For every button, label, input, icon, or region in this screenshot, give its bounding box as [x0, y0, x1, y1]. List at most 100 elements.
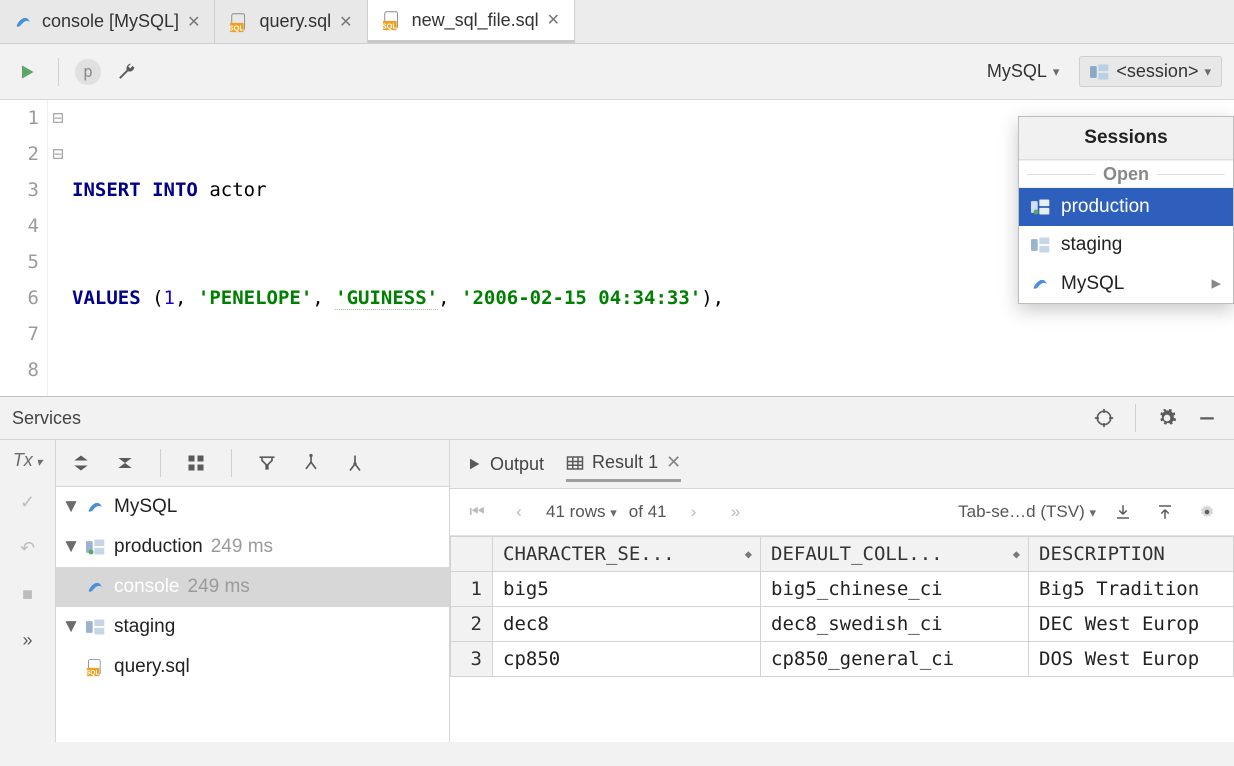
session-item-label: MySQL [1061, 273, 1124, 295]
plan-badge[interactable]: p [75, 59, 101, 85]
sql-file-icon: SQL [86, 657, 106, 677]
mysql-dolphin-icon [86, 577, 106, 597]
session-item-production[interactable]: production [1019, 188, 1233, 226]
merge-icon[interactable] [340, 448, 370, 478]
tab-new-sql-file[interactable]: SQL new_sql_file.sql ✕ [368, 0, 575, 43]
chevron-down-icon: ▾ [1053, 64, 1060, 80]
download-icon[interactable] [1108, 497, 1138, 527]
tree-node-mysql[interactable]: ▼ MySQL [56, 487, 449, 527]
separator [58, 58, 59, 86]
separator [1135, 404, 1136, 432]
editor-tab-strip: console [MySQL] ✕ SQL query.sql ✕ SQL ne… [0, 0, 1234, 44]
sort-icon[interactable]: ◆ [1013, 547, 1020, 561]
tree-node-production[interactable]: ▼ production 249 ms [56, 527, 449, 567]
gear-icon[interactable] [1192, 497, 1222, 527]
datasource-icon [86, 538, 106, 556]
tree-node-staging[interactable]: ▼ staging [56, 607, 449, 647]
close-icon[interactable]: ✕ [666, 452, 681, 473]
session-item-label: staging [1061, 234, 1122, 256]
output-tab[interactable]: Output [466, 448, 544, 481]
target-icon[interactable] [1089, 403, 1119, 433]
expand-all-icon[interactable] [66, 448, 96, 478]
grid-view-icon[interactable] [181, 448, 211, 478]
result-pane: Output Result 1 ✕ ⏮ ‹ 41 rows ▾ of 41 › … [450, 440, 1234, 742]
popup-group-label: Open [1019, 160, 1233, 188]
table-row[interactable]: 1 big5 big5_chinese_ci Big5 Tradition [451, 572, 1234, 607]
branch-icon[interactable] [296, 448, 326, 478]
separator [231, 449, 232, 477]
services-tree[interactable]: ▼ MySQL ▼ production 249 ms console 249 … [56, 487, 449, 687]
tab-label: console [MySQL] [42, 11, 179, 32]
services-tree-toolbar [56, 440, 449, 487]
table-row[interactable]: 3 cp850 cp850_general_ci DOS West Europ [451, 642, 1234, 677]
svg-text:SQL: SQL [229, 23, 244, 32]
last-page-icon[interactable]: » [721, 497, 751, 527]
tx-label[interactable]: Tx ▾ [13, 450, 42, 471]
session-label: <session> [1116, 61, 1198, 82]
upload-icon[interactable] [1150, 497, 1180, 527]
mysql-dolphin-icon [1031, 274, 1051, 294]
mysql-dolphin-icon [86, 497, 106, 517]
collapse-all-icon[interactable] [110, 448, 140, 478]
svg-text:SQL: SQL [382, 21, 397, 30]
separator [160, 449, 161, 477]
sql-file-icon: SQL [229, 11, 251, 33]
session-item-label: production [1061, 196, 1150, 218]
table-row[interactable]: 2 dec8 dec8_swedish_ci DEC West Europ [451, 607, 1234, 642]
session-selector[interactable]: <session> ▾ [1079, 56, 1222, 87]
tree-expand-icon[interactable]: ▼ [64, 487, 78, 527]
column-header[interactable]: DESCRIPTION [1029, 537, 1234, 572]
popup-title: Sessions [1019, 117, 1233, 160]
tree-expand-icon[interactable]: ▼ [64, 607, 78, 647]
tree-node-console[interactable]: console 249 ms [56, 567, 449, 607]
minimize-icon[interactable] [1192, 403, 1222, 433]
sql-file-icon: SQL [382, 9, 404, 31]
result-tab[interactable]: Result 1 ✕ [566, 446, 681, 482]
row-total: of 41 [629, 502, 667, 522]
stop-icon[interactable]: ■ [13, 579, 43, 609]
next-page-icon[interactable]: › [679, 497, 709, 527]
services-title: Services [12, 408, 81, 429]
mysql-dolphin-icon [14, 12, 34, 32]
svg-text:SQL: SQL [86, 670, 100, 677]
tab-query[interactable]: SQL query.sql ✕ [215, 0, 367, 43]
datasource-icon [1031, 236, 1051, 254]
commit-icon[interactable]: ✓ [13, 487, 43, 517]
prev-page-icon[interactable]: ‹ [504, 497, 534, 527]
result-pager: ⏮ ‹ 41 rows ▾ of 41 › » Tab-se…d (TSV) ▾ [450, 489, 1234, 536]
column-header[interactable]: CHARACTER_SE...◆ [493, 537, 761, 572]
sessions-popup: Sessions Open production staging MySQL ▸ [1018, 116, 1234, 304]
session-item-mysql[interactable]: MySQL ▸ [1019, 264, 1233, 303]
wrench-icon[interactable] [111, 57, 141, 87]
rollback-icon[interactable]: ↶ [13, 533, 43, 563]
more-icon[interactable]: » [13, 625, 43, 655]
filter-icon[interactable] [252, 448, 282, 478]
close-icon[interactable]: ✕ [187, 12, 200, 32]
table-icon [566, 454, 584, 472]
submenu-arrow-icon: ▸ [1211, 272, 1221, 295]
datasource-icon [1090, 63, 1110, 81]
editor-toolbar: p MySQL ▾ <session> ▾ [0, 44, 1234, 100]
tree-expand-icon[interactable]: ▼ [64, 527, 78, 567]
play-icon [466, 456, 482, 472]
close-icon[interactable]: ✕ [547, 10, 560, 30]
first-page-icon[interactable]: ⏮ [462, 497, 492, 527]
tab-console[interactable]: console [MySQL] ✕ [0, 0, 215, 43]
result-grid[interactable]: CHARACTER_SE...◆ DEFAULT_COLL...◆ DESCRI… [450, 536, 1234, 677]
tree-node-query-file[interactable]: SQL query.sql [56, 647, 449, 687]
gear-icon[interactable] [1152, 403, 1182, 433]
close-icon[interactable]: ✕ [339, 12, 352, 32]
column-header[interactable]: DEFAULT_COLL...◆ [761, 537, 1029, 572]
datasource-selector[interactable]: MySQL ▾ [977, 57, 1070, 86]
export-format-selector[interactable]: Tab-se…d (TSV) ▾ [958, 502, 1096, 522]
tab-label: new_sql_file.sql [412, 10, 539, 31]
row-count[interactable]: 41 rows ▾ [546, 502, 617, 522]
datasource-icon [1031, 198, 1051, 216]
run-button[interactable] [12, 57, 42, 87]
datasource-label: MySQL [987, 61, 1047, 82]
fold-gutter: ⊟⊟ [48, 100, 68, 396]
session-item-staging[interactable]: staging [1019, 226, 1233, 264]
result-tabstrip: Output Result 1 ✕ [450, 440, 1234, 489]
line-gutter: 12345678 [0, 100, 48, 396]
sort-icon[interactable]: ◆ [745, 547, 752, 561]
